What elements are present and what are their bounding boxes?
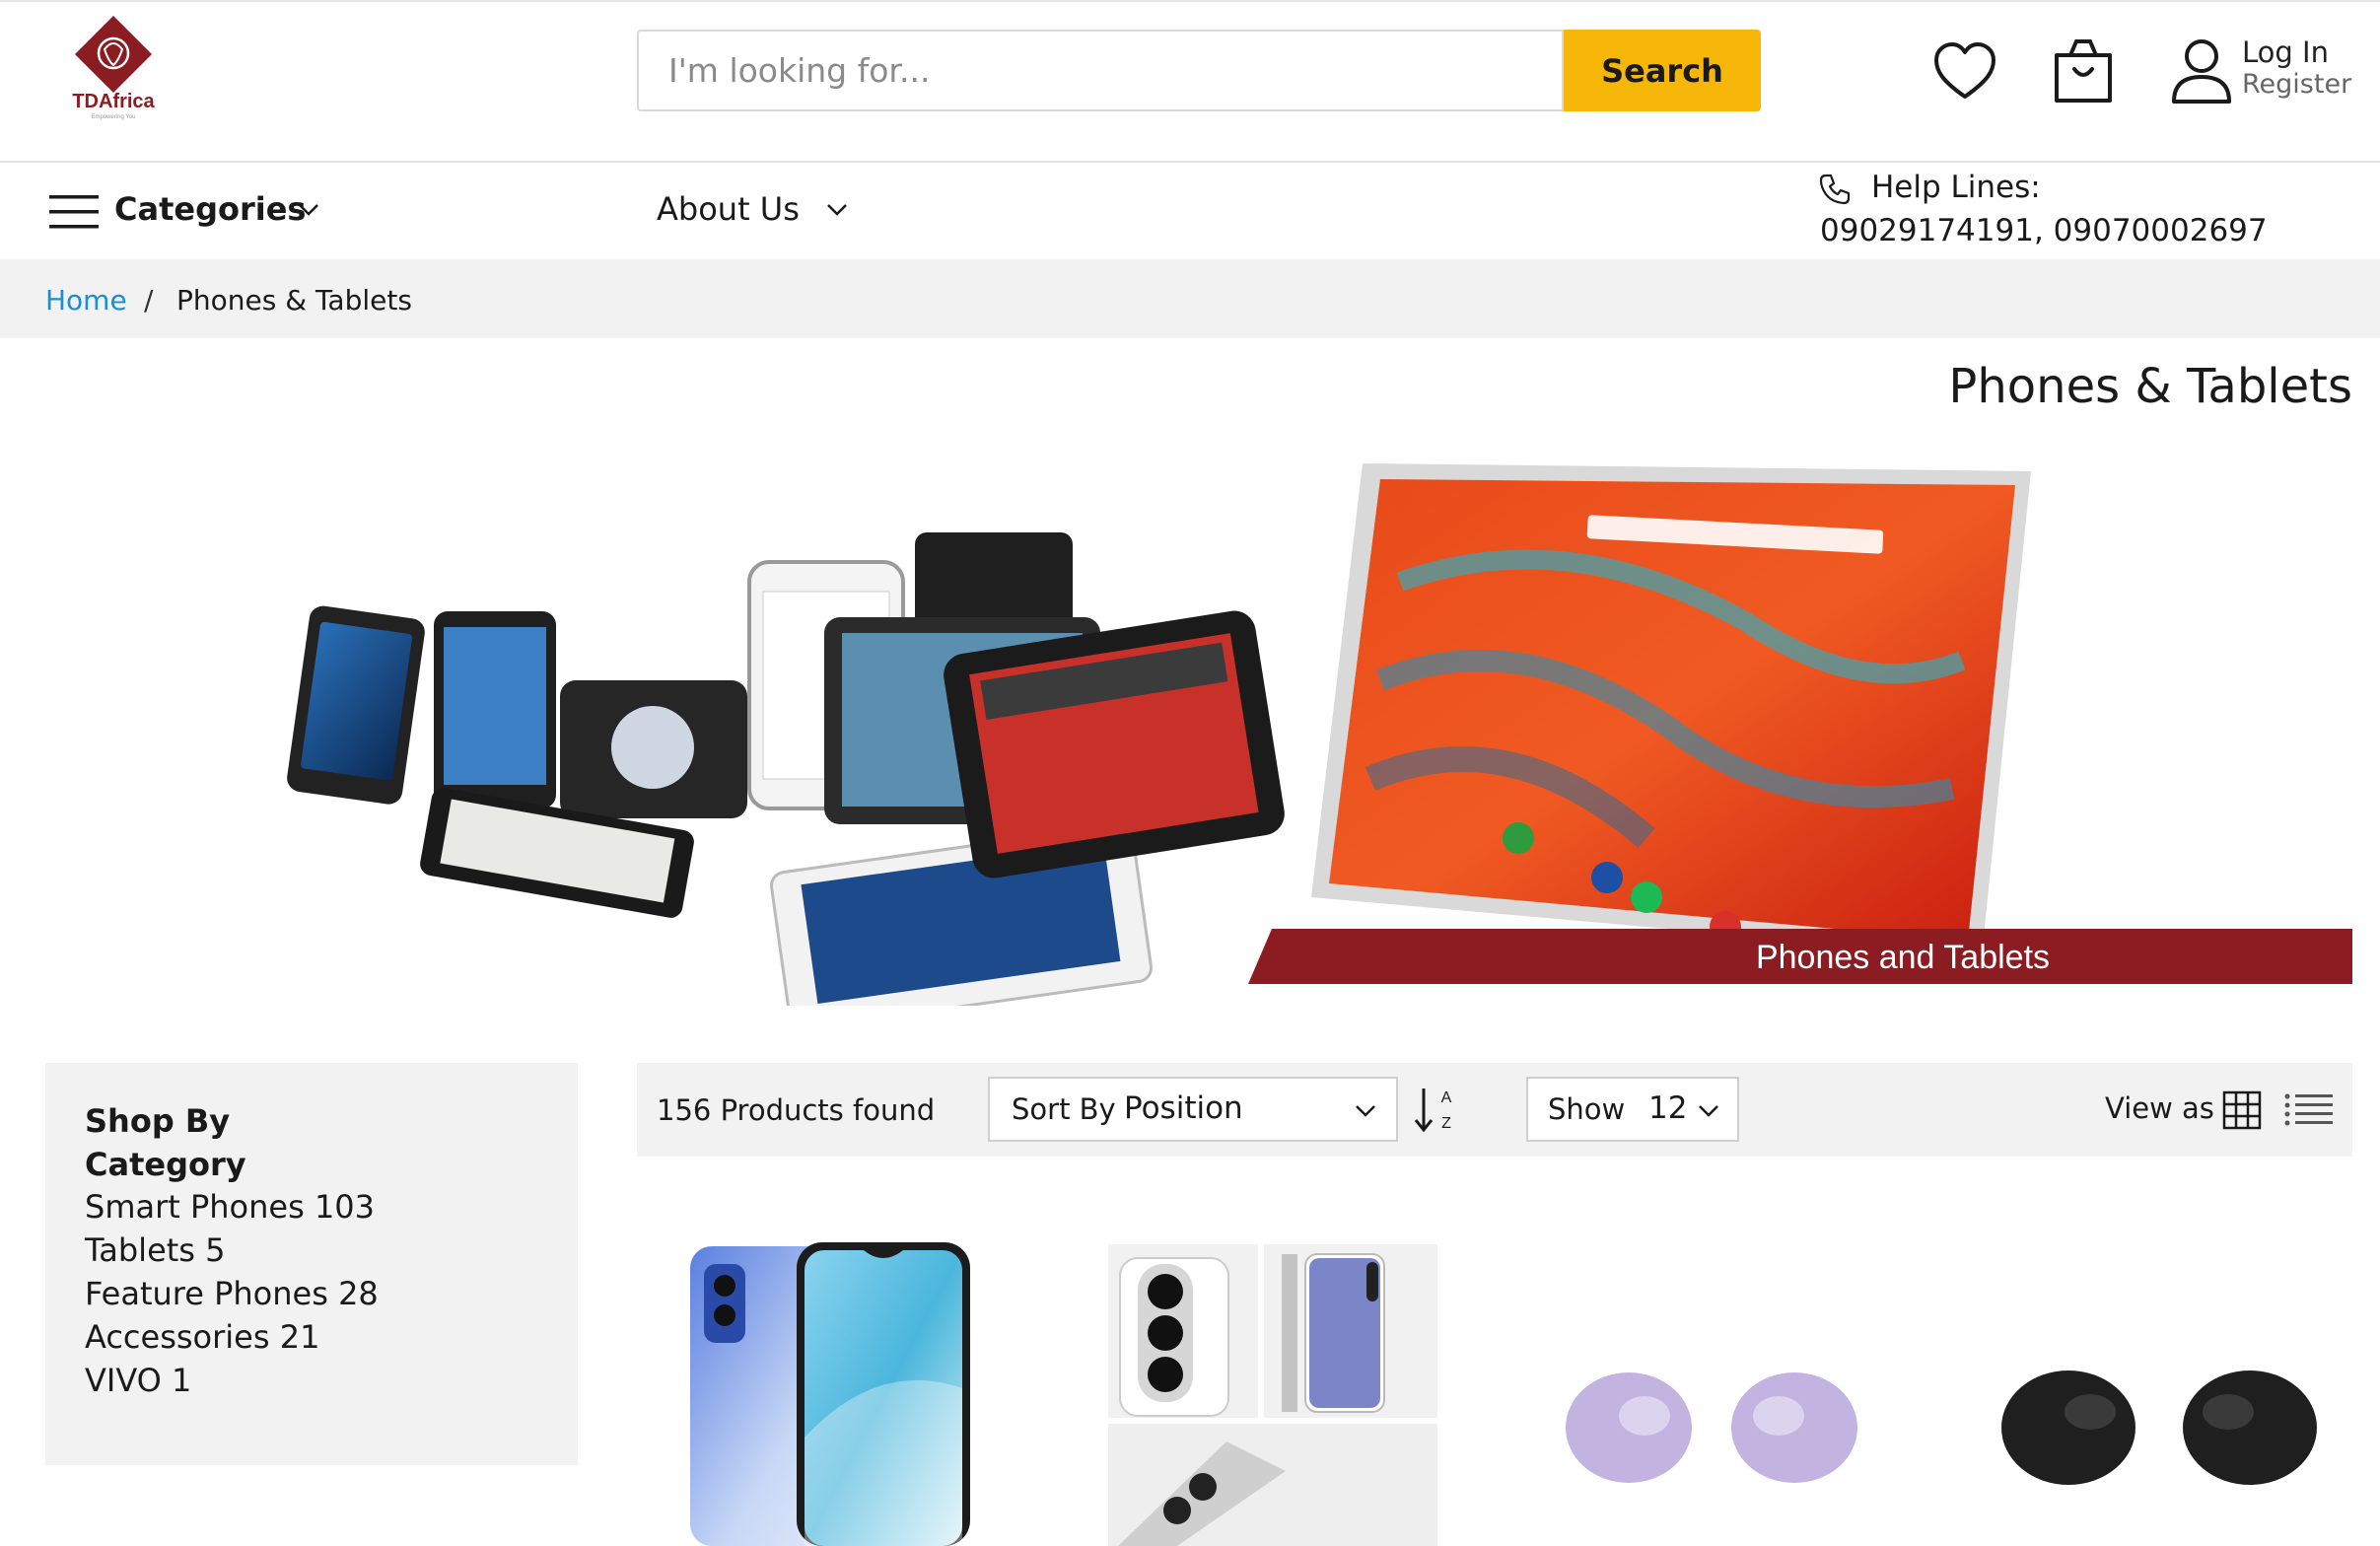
svg-text:Z: Z xyxy=(1441,1115,1451,1132)
svg-text:A: A xyxy=(1441,1089,1452,1106)
svg-text:TDAfrica: TDAfrica xyxy=(72,91,155,112)
products-count: 156 Products found xyxy=(657,1093,936,1127)
user-icon[interactable] xyxy=(2171,37,2232,105)
product-image-galaxy-buds-black[interactable] xyxy=(1997,1361,2323,1489)
hamburger-menu-icon[interactable] xyxy=(49,195,99,229)
breadcrumb-home-link[interactable]: Home xyxy=(45,284,127,316)
about-us-menu[interactable]: About Us xyxy=(657,190,800,228)
header-divider xyxy=(0,161,2380,163)
product-image-vivo-phone[interactable] xyxy=(680,1240,976,1546)
tdafrica-logo[interactable]: TDAfrica Empowering You xyxy=(69,14,158,122)
category-banner[interactable]: Phones and Tablets xyxy=(286,463,2352,1006)
top-border xyxy=(0,0,2380,2)
show-count-select[interactable]: Show 12 xyxy=(1526,1077,1739,1142)
grid-view-icon[interactable] xyxy=(2222,1090,2262,1130)
svg-text:Empowering You: Empowering You xyxy=(91,114,135,120)
search-button[interactable]: Search xyxy=(1564,30,1761,111)
search-box xyxy=(637,30,1564,111)
chevron-down-icon[interactable] xyxy=(298,203,319,217)
product-image-galaxy-buds-lavender[interactable] xyxy=(1554,1361,1869,1489)
chevron-down-icon[interactable] xyxy=(826,203,848,217)
sort-by-value: Position xyxy=(1124,1090,1243,1126)
shopping-bag-icon[interactable] xyxy=(2053,35,2114,105)
devices-collage-image xyxy=(287,532,1285,1006)
breadcrumb-separator: / xyxy=(144,284,154,316)
sort-by-select[interactable]: Sort By Position xyxy=(988,1077,1398,1142)
sort-direction-icon[interactable]: A Z xyxy=(1414,1085,1457,1134)
sidebar-title: Shop By Category xyxy=(85,1102,246,1183)
register-link[interactable]: Register xyxy=(2242,69,2351,100)
sidebar-item-vivo[interactable]: VIVO 1 xyxy=(85,1362,191,1399)
search-input[interactable] xyxy=(639,32,1562,109)
categories-menu[interactable]: Categories xyxy=(114,190,306,228)
sort-by-label: Sort By xyxy=(1012,1092,1116,1126)
login-link[interactable]: Log In xyxy=(2242,35,2329,69)
page-title: Phones & Tablets xyxy=(1948,359,2352,414)
heart-icon[interactable] xyxy=(1932,39,1997,105)
product-image-samsung-s21[interactable] xyxy=(1108,1244,1437,1546)
show-value: 12 xyxy=(1648,1090,1688,1126)
sidebar-item-tablets[interactable]: Tablets 5 xyxy=(85,1231,226,1269)
breadcrumb-current: Phones & Tablets xyxy=(176,284,412,316)
banner-caption: Phones and Tablets xyxy=(1756,939,2050,976)
view-as-label: View as xyxy=(2105,1091,2214,1125)
sidebar-item-accessories[interactable]: Accessories 21 xyxy=(85,1318,319,1356)
sidebar-item-feature-phones[interactable]: Feature Phones 28 xyxy=(85,1275,379,1312)
chevron-down-icon xyxy=(1356,1105,1375,1117)
help-lines: Help Lines: 09029174191, 09070002697 xyxy=(1820,170,2268,248)
chevron-down-icon xyxy=(1699,1105,1718,1117)
show-label: Show xyxy=(1548,1092,1626,1126)
list-view-icon[interactable] xyxy=(2283,1092,2333,1128)
sidebar-item-smart-phones[interactable]: Smart Phones 103 xyxy=(85,1188,375,1226)
tablet-image xyxy=(1311,463,2031,956)
